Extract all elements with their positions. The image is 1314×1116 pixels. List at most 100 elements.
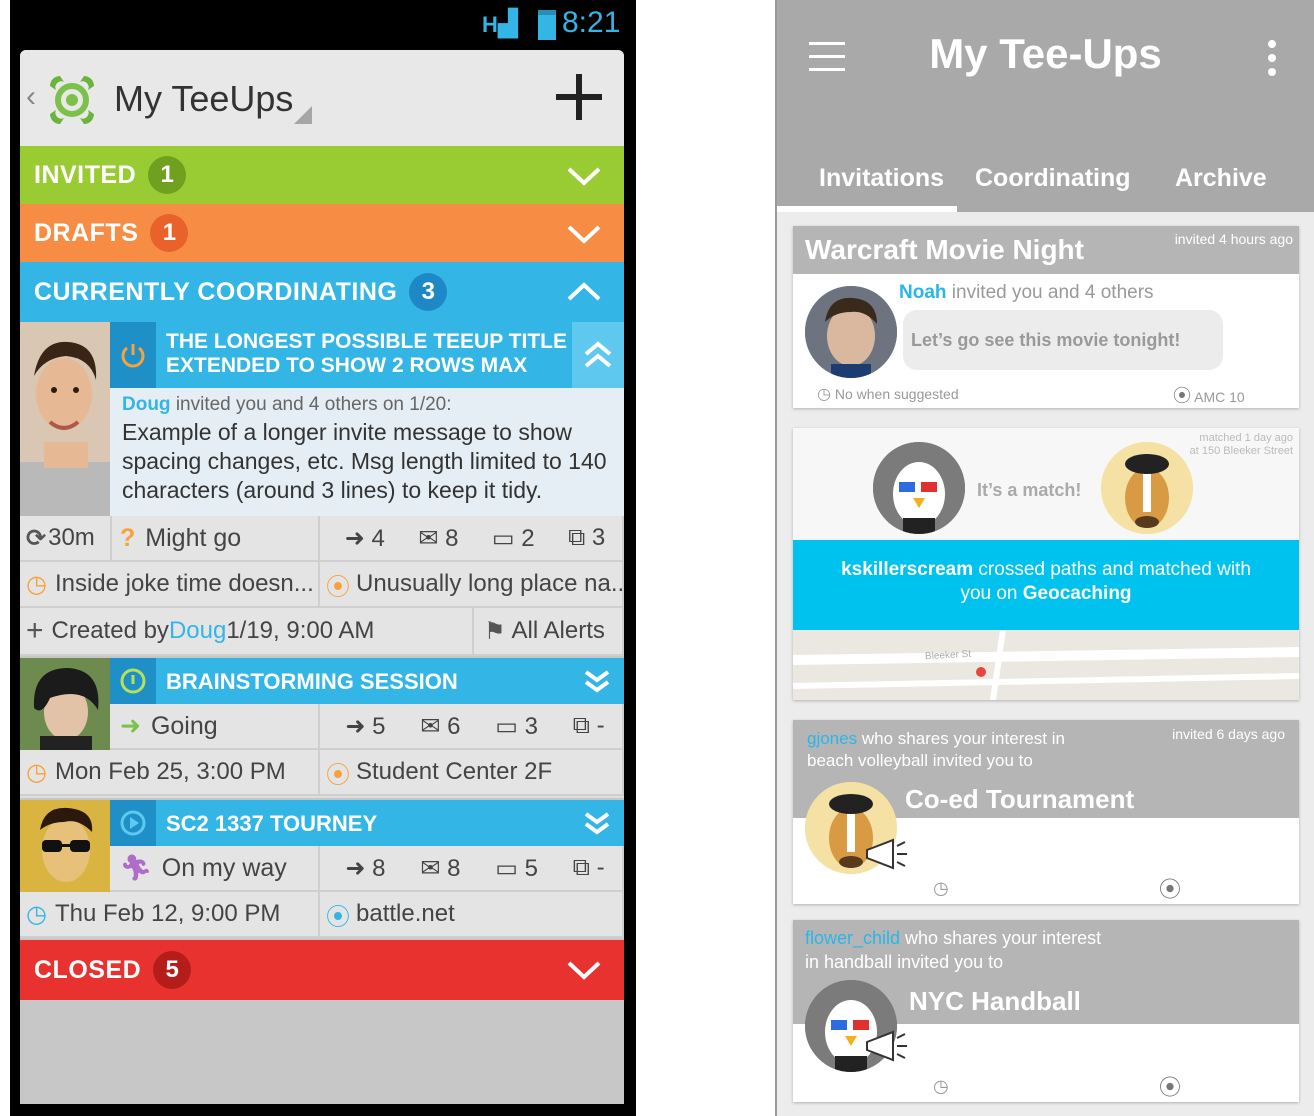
- invite-card-coed-tournament[interactable]: gjones who shares your interest in beach…: [793, 720, 1299, 904]
- clock-icon: ◷: [933, 878, 949, 898]
- teeup-title-bar[interactable]: THE LONGEST POSSIBLE TEEUP TITLE EXTENDE…: [110, 322, 624, 388]
- section-drafts[interactable]: DRAFTS 1: [20, 204, 624, 262]
- status-active-icon: [110, 658, 156, 704]
- app-header: My Tee-Ups Invitations Coordinating Arch…: [777, 0, 1314, 212]
- map-preview[interactable]: Bleeker St: [793, 630, 1299, 700]
- where-info[interactable]: ⦿ AMC 10: [1173, 382, 1245, 408]
- section-label: CLOSED: [34, 955, 142, 984]
- match-card-geocaching[interactable]: matched 1 day ago at 150 Bleeker Street …: [793, 428, 1299, 700]
- chevron-down-icon[interactable]: [566, 164, 602, 188]
- stats-cell: ➜ 4 ✉ 8 ▭ 2 ⧉ 3: [320, 516, 624, 562]
- games-count[interactable]: ⧉ 3: [568, 524, 605, 552]
- double-chevron-down-icon[interactable]: [582, 808, 612, 838]
- time-ago: invited 6 days ago: [1172, 726, 1285, 742]
- tab-archive[interactable]: Archive: [1175, 164, 1267, 193]
- megaphone-icon: [866, 1030, 907, 1062]
- location-pin-icon[interactable]: ⦿: [1159, 1070, 1181, 1102]
- double-chevron-down-icon[interactable]: [582, 666, 612, 696]
- clock-icon: ◷: [26, 900, 47, 928]
- avatar-emo: [20, 658, 110, 750]
- dropdown-triangle-icon[interactable]: [294, 106, 312, 124]
- section-closed[interactable]: CLOSED 5: [20, 940, 624, 1000]
- message-bubble: Let’s go see this movie tonight!: [903, 310, 1223, 370]
- avatar-noah: [805, 286, 897, 378]
- avatar-bird: [873, 442, 965, 534]
- collapse-button[interactable]: [572, 322, 624, 388]
- signal-icon: H▟: [482, 8, 518, 38]
- clock-icon: ◷: [26, 570, 47, 598]
- teeup-title: SC2 1337 TOURNEY: [166, 811, 378, 836]
- going-count[interactable]: ➜ 5: [345, 712, 385, 741]
- when-cell[interactable]: ◷ Inside joke time doesn...: [20, 562, 320, 608]
- rsvp-status-cell[interactable]: ➜ Going: [110, 704, 320, 750]
- inviter-name[interactable]: Doug: [122, 394, 171, 415]
- count-badge: 1: [150, 214, 189, 252]
- mail-count[interactable]: ✉ 6: [420, 712, 460, 741]
- teeup-title-bar[interactable]: SC2 1337 TOURNEY: [110, 800, 624, 846]
- clock-icon: ◷: [933, 1076, 949, 1096]
- comments-count[interactable]: ▭ 2: [492, 524, 535, 553]
- games-count[interactable]: ⧉ -: [573, 854, 605, 882]
- add-teeup-button[interactable]: [556, 74, 602, 120]
- where-cell[interactable]: ⦿ Unusually long place na...: [320, 562, 624, 608]
- invite-card-nyc-handball[interactable]: flower_child who shares your interest in…: [793, 920, 1299, 1102]
- refresh-icon: ⟳: [26, 524, 47, 552]
- comments-count[interactable]: ▭ 5: [495, 854, 538, 883]
- teeup-card-brainstorming[interactable]: BRAINSTORMING SESSION ➜ Going ➜ 5 ✉ 6 ▭ 3…: [20, 658, 624, 798]
- duration-cell[interactable]: ⟳ 30m: [20, 516, 112, 562]
- when-cell[interactable]: ◷ Mon Feb 25, 3:00 PM: [20, 750, 320, 796]
- going-count[interactable]: ➜ 8: [345, 854, 385, 883]
- teeup-title-bar[interactable]: BRAINSTORMING SESSION: [110, 658, 624, 704]
- created-by-cell: + Created by Doug 1/19, 9:00 AM: [20, 608, 474, 656]
- invite-text: invited you and 4 others on 1/20:: [170, 394, 452, 415]
- where-cell[interactable]: ⦿ Student Center 2F: [320, 750, 624, 796]
- inviter-name[interactable]: flower_child: [805, 928, 900, 948]
- location-pin-icon: ⦿: [326, 903, 350, 931]
- games-count[interactable]: ⧉ -: [573, 712, 605, 740]
- mail-count[interactable]: ✉ 8: [420, 854, 460, 883]
- chevron-down-icon[interactable]: [566, 958, 602, 982]
- overflow-menu-icon[interactable]: [1267, 40, 1277, 76]
- back-icon[interactable]: ‹: [26, 80, 36, 114]
- chevron-down-icon[interactable]: [566, 222, 602, 246]
- avatar-horse: [1101, 442, 1193, 534]
- match-banner: kskillerscream crossed paths and matched…: [793, 540, 1299, 630]
- plus-icon: +: [26, 614, 44, 647]
- arrow-right-icon: ➜: [120, 712, 141, 740]
- location-pin-icon: ⦿: [326, 573, 350, 601]
- teeup-card-longest-title[interactable]: THE LONGEST POSSIBLE TEEUP TITLE EXTENDE…: [20, 322, 624, 656]
- when-cell[interactable]: ◷ Thu Feb 12, 9:00 PM: [20, 892, 320, 938]
- invite-card-warcraft[interactable]: Warcraft Movie Night invited 4 hours ago…: [793, 226, 1299, 408]
- teeup-card-sc2-tourney[interactable]: SC2 1337 TOURNEY 🏃︎ On my way ➜ 8 ✉ 8 ▭ 5…: [20, 800, 624, 938]
- activity-name[interactable]: Geocaching: [1023, 583, 1132, 604]
- section-invited[interactable]: INVITED 1: [20, 146, 624, 204]
- comments-count[interactable]: ▭ 3: [495, 712, 538, 741]
- mail-count[interactable]: ✉ 8: [418, 524, 458, 553]
- match-text: It’s a match!: [977, 480, 1082, 500]
- inviter-name[interactable]: gjones: [807, 729, 857, 748]
- status-time: 8:21: [562, 6, 621, 39]
- count-badge: 1: [148, 156, 187, 194]
- creator-name[interactable]: Doug: [169, 617, 226, 645]
- avatar-doug: [20, 322, 110, 516]
- rsvp-status-cell[interactable]: 🏃︎ On my way: [110, 846, 320, 892]
- flag-icon: ⚑: [484, 617, 506, 645]
- location-pin-icon[interactable]: ⦿: [1159, 872, 1181, 904]
- tab-invitations[interactable]: Invitations: [819, 164, 944, 193]
- going-count[interactable]: ➜ 4: [345, 524, 385, 553]
- teeups-logo-icon: [50, 76, 94, 124]
- where-cell[interactable]: ⦿ battle.net: [320, 892, 624, 938]
- alerts-button[interactable]: ⚑ All Alerts: [474, 608, 624, 656]
- section-label: DRAFTS: [34, 218, 139, 247]
- section-currently-coordinating[interactable]: CURRENTLY COORDINATING 3: [20, 262, 624, 322]
- clock-icon: ◷: [817, 386, 831, 403]
- inviter-name[interactable]: Noah: [899, 282, 947, 303]
- chevron-up-icon[interactable]: [566, 280, 602, 304]
- right-phone-screen: My Tee-Ups Invitations Coordinating Arch…: [777, 0, 1314, 1116]
- invite-line: gjones who shares your interest in beach…: [807, 729, 1065, 770]
- matched-user[interactable]: kskillerscream: [841, 559, 973, 580]
- tab-coordinating[interactable]: Coordinating: [975, 164, 1131, 193]
- rsvp-status-cell[interactable]: ? Might go: [112, 516, 320, 562]
- power-icon: [110, 322, 156, 388]
- question-icon: ?: [120, 523, 136, 552]
